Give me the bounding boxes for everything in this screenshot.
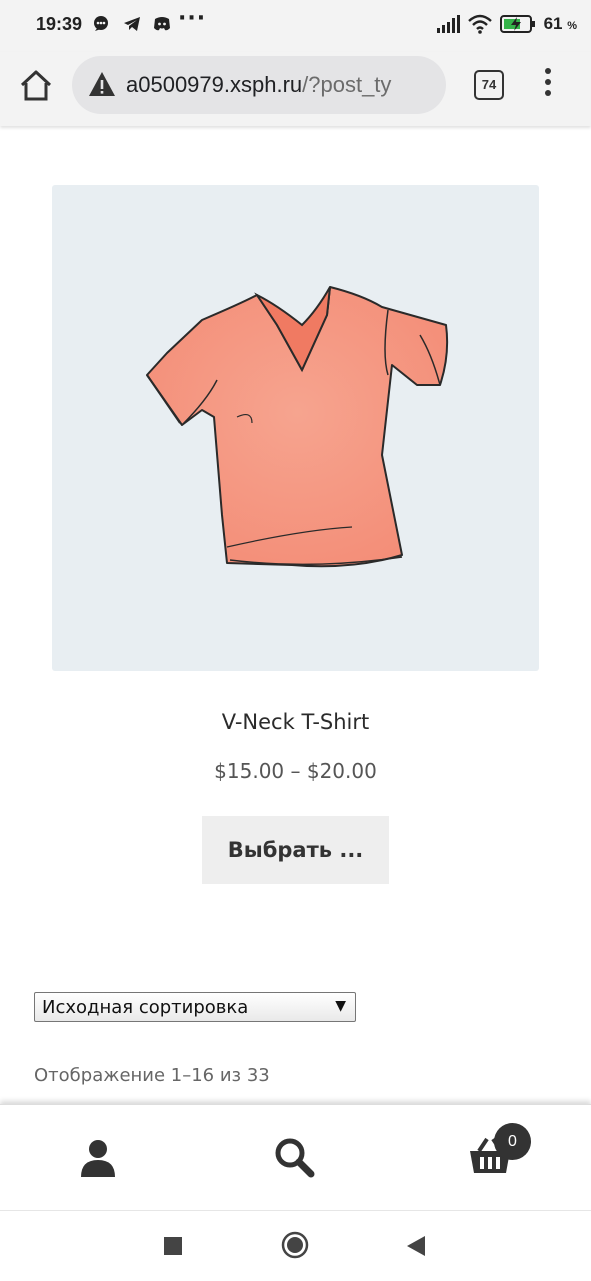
product-title[interactable]: V-Neck T-Shirt bbox=[0, 710, 591, 734]
cart-count-badge: 0 bbox=[494, 1123, 531, 1160]
browser-menu-icon[interactable] bbox=[540, 68, 556, 102]
status-right: 61 % bbox=[436, 14, 577, 34]
chat-bubble-icon bbox=[94, 16, 108, 31]
browser-toolbar: a0500979.xsph.ru/?post_ty 74 bbox=[0, 52, 591, 126]
tshirt-illustration bbox=[146, 286, 449, 568]
sort-select[interactable]: Исходная сортировка ▼ bbox=[34, 992, 356, 1022]
url-text[interactable]: a0500979.xsph.ru/?post_ty bbox=[126, 72, 436, 100]
telegram-icon bbox=[124, 17, 140, 31]
notification-icons bbox=[92, 14, 172, 34]
discord-icon bbox=[154, 17, 170, 31]
warning-icon[interactable] bbox=[88, 71, 116, 97]
status-time: 19:39 bbox=[36, 14, 83, 34]
more-notifications-icon: ··· bbox=[178, 6, 207, 31]
dropdown-arrow-icon: ▼ bbox=[335, 998, 346, 1014]
home-icon[interactable] bbox=[18, 68, 54, 104]
result-count: Отображение 1–16 из 33 bbox=[34, 1065, 270, 1086]
recent-apps-icon[interactable] bbox=[163, 1236, 183, 1256]
android-navigation-bar bbox=[0, 1210, 591, 1281]
select-options-button[interactable]: Выбрать ... bbox=[202, 816, 389, 884]
address-bar[interactable]: a0500979.xsph.ru/?post_ty bbox=[72, 56, 446, 114]
back-icon[interactable] bbox=[406, 1235, 426, 1257]
battery-percent: 61 % bbox=[543, 14, 577, 33]
account-icon[interactable] bbox=[76, 1135, 120, 1179]
signal-icon bbox=[436, 15, 460, 33]
home-button-icon[interactable] bbox=[281, 1231, 309, 1259]
tab-switcher-button[interactable]: 74 bbox=[474, 70, 504, 100]
sort-select-value: Исходная сортировка bbox=[42, 997, 249, 1018]
wifi-icon bbox=[467, 14, 492, 34]
product-price: $15.00 – $20.00 bbox=[214, 759, 377, 783]
status-bar: 19:39 ··· 61 % bbox=[0, 0, 591, 52]
search-icon[interactable] bbox=[272, 1135, 316, 1179]
battery-charging-icon bbox=[499, 15, 535, 33]
product-image[interactable] bbox=[52, 185, 539, 671]
